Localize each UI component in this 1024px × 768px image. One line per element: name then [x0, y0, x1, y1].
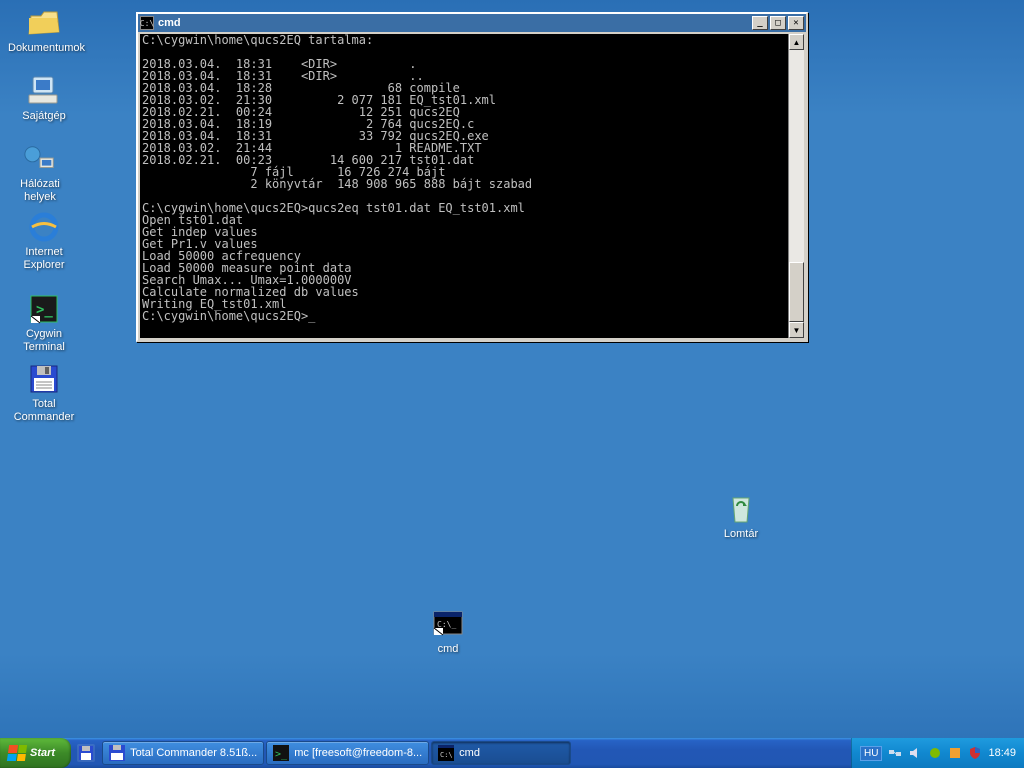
network-icon	[23, 142, 57, 176]
desktop-icon-tc[interactable]: Total Commander	[8, 362, 80, 424]
tray-app-icon[interactable]	[948, 746, 962, 760]
windows-flag-icon	[7, 745, 27, 761]
floppy-icon	[27, 362, 61, 396]
icon-label: Lomtár	[705, 528, 777, 541]
task-label: Total Commander 8.51ß...	[130, 747, 257, 759]
titlebar[interactable]: C:\ cmd _ □ ✕	[138, 14, 806, 32]
clock[interactable]: 18:49	[988, 747, 1016, 759]
window-title: cmd	[158, 17, 750, 29]
ql-icon[interactable]	[77, 744, 95, 762]
cmd-titlebar-icon: C:\	[140, 16, 154, 30]
desktop-icon-cygwin[interactable]: >_ Cygwin Terminal	[8, 292, 80, 354]
scroll-down-button[interactable]: ▼	[789, 322, 804, 338]
icon-label: cmd	[412, 643, 484, 656]
icon-label: Hálózati helyek	[4, 178, 76, 204]
maximize-button[interactable]: □	[770, 16, 786, 30]
taskbar-item-cmd[interactable]: C:\ cmd	[431, 741, 571, 765]
terminal-icon: >_	[273, 745, 289, 761]
terminal-body[interactable]: C:\cygwin\home\qucs2EQ tartalma: 2018.03…	[140, 34, 804, 338]
desktop-icon-mycomputer[interactable]: Sajátgép	[8, 74, 80, 123]
scroll-thumb[interactable]	[789, 262, 804, 322]
ie-icon	[27, 210, 61, 244]
recyclebin-icon	[724, 492, 758, 526]
tray-shield-icon[interactable]	[968, 746, 982, 760]
task-label: cmd	[459, 747, 480, 759]
icon-label: Internet Explorer	[8, 246, 80, 272]
icon-label: Cygwin Terminal	[8, 328, 80, 354]
scrollbar[interactable]: ▲ ▼	[788, 34, 804, 338]
cygwin-icon: >_	[27, 292, 61, 326]
tray-av-icon[interactable]	[928, 746, 942, 760]
taskbar-item-totalcommander[interactable]: Total Commander 8.51ß...	[102, 741, 264, 765]
desktop-icon-recyclebin[interactable]: Lomtár	[705, 492, 777, 541]
start-label: Start	[30, 747, 55, 759]
svg-text:>_: >_	[36, 302, 53, 318]
close-button[interactable]: ✕	[788, 16, 804, 30]
terminal-output: C:\cygwin\home\qucs2EQ tartalma: 2018.03…	[140, 34, 788, 338]
quick-launch	[71, 744, 101, 762]
desktop-icon-documents[interactable]: Dokumentumok	[8, 6, 80, 55]
folder-documents-icon	[27, 6, 61, 40]
language-indicator[interactable]: HU	[860, 746, 882, 761]
system-tray: HU 18:49	[851, 738, 1024, 768]
icon-label: Sajátgép	[8, 110, 80, 123]
tray-network-icon[interactable]	[888, 746, 902, 760]
tray-sound-icon[interactable]	[908, 746, 922, 760]
cmd-icon: C:\	[438, 745, 454, 761]
desktop-icon-network[interactable]: Hálózati helyek	[4, 142, 76, 204]
computer-icon	[27, 74, 61, 108]
svg-text:>_: >_	[275, 749, 288, 760]
desktop-icon-cmd[interactable]: C:\_ cmd	[412, 607, 484, 656]
cmd-window: C:\ cmd _ □ ✕ C:\cygwin\home\qucs2EQ tar…	[136, 12, 808, 342]
taskbar-item-mc[interactable]: >_ mc [freesoft@freedom-8...	[266, 741, 429, 765]
desktop-icon-ie[interactable]: Internet Explorer	[8, 210, 80, 272]
cmd-icon: C:\_	[431, 607, 465, 641]
start-button[interactable]: Start	[0, 738, 71, 768]
icon-label: Dokumentumok	[8, 42, 80, 55]
floppy-icon	[109, 745, 125, 761]
task-label: mc [freesoft@freedom-8...	[294, 747, 422, 759]
svg-text:C:\: C:\	[440, 751, 453, 759]
taskbar: Start Total Commander 8.51ß... >_ mc [fr…	[0, 738, 1024, 768]
minimize-button[interactable]: _	[752, 16, 768, 30]
scroll-up-button[interactable]: ▲	[789, 34, 804, 50]
icon-label: Total Commander	[8, 398, 80, 424]
svg-text:C:\_: C:\_	[437, 620, 456, 629]
